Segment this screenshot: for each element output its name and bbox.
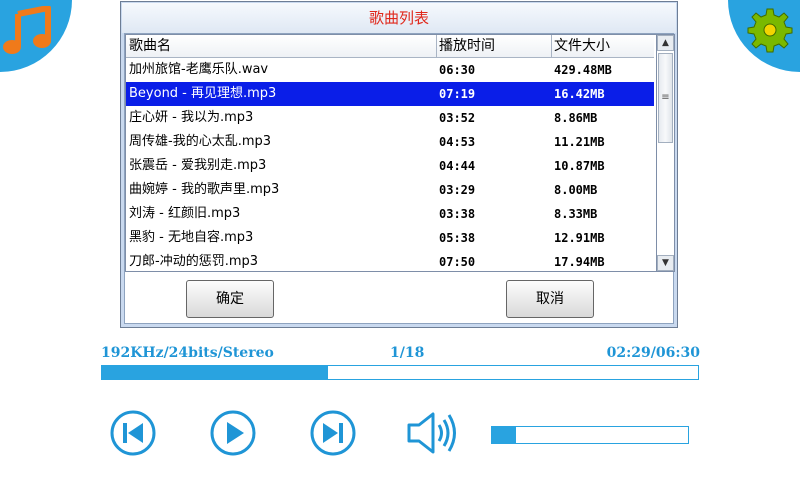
- song-row[interactable]: 周传雄-我的心太乱.mp3 04:53 11.21MB: [126, 130, 654, 154]
- song-name: 张震岳 - 爱我别走.mp3: [129, 158, 267, 173]
- song-name: 庄心妍 - 我以为.mp3: [129, 110, 254, 125]
- scroll-up-button[interactable]: ▲: [657, 35, 674, 51]
- song-file-size: 10.87MB: [554, 159, 605, 173]
- dialog-body: 歌曲名 播放时间 文件大小 加州旅馆-老鹰乐队.wav 06:30 429.48MB…: [124, 33, 675, 324]
- audio-format-label: 192KHz/24bits/Stereo: [101, 345, 274, 361]
- song-row[interactable]: 曲婉婷 - 我的歌声里.mp3 03:29 8.00MB: [126, 178, 654, 202]
- song-file-size: 12.91MB: [554, 231, 605, 245]
- song-file-size: 8.00MB: [554, 183, 598, 197]
- music-library-button[interactable]: [0, 0, 72, 72]
- song-row[interactable]: Beyond - 再见理想.mp3 07:19 16.42MB: [126, 82, 654, 106]
- play-button[interactable]: [209, 409, 257, 461]
- dialog-title: 歌曲列表: [122, 3, 676, 33]
- song-file-size: 16.42MB: [554, 87, 605, 101]
- song-duration: 05:38: [439, 231, 476, 245]
- song-row[interactable]: 刀郎-冲动的惩罚.mp3 07:50 17.94MB: [126, 250, 654, 271]
- song-row[interactable]: 加州旅馆-老鹰乐队.wav 06:30 429.48MB: [126, 58, 654, 82]
- song-name: 曲婉婷 - 我的歌声里.mp3: [129, 182, 280, 197]
- song-file-size: 429.48MB: [554, 63, 612, 77]
- settings-button[interactable]: [728, 0, 800, 72]
- volume-slider-fill: [492, 427, 516, 443]
- list-scrollbar[interactable]: ▲ ≡ ▼: [657, 34, 675, 272]
- song-name: 刀郎-冲动的惩罚.mp3: [129, 254, 259, 269]
- song-duration: 06:30: [439, 63, 476, 77]
- song-file-size: 8.33MB: [554, 207, 598, 221]
- song-row[interactable]: 庄心妍 - 我以为.mp3 03:52 8.86MB: [126, 106, 654, 130]
- song-row[interactable]: 张震岳 - 爱我别走.mp3 04:44 10.87MB: [126, 154, 654, 178]
- volume-button[interactable]: [406, 410, 458, 460]
- scroll-thumb[interactable]: ≡: [658, 53, 673, 143]
- song-row[interactable]: 刘涛 - 红颜旧.mp3 03:38 8.33MB: [126, 202, 654, 226]
- song-duration: 03:29: [439, 183, 476, 197]
- cancel-button[interactable]: 取消: [506, 280, 594, 318]
- volume-slider[interactable]: [491, 426, 689, 444]
- list-header: 歌曲名 播放时间 文件大小: [126, 35, 654, 58]
- play-icon: [210, 410, 256, 456]
- music-note-icon: [3, 6, 51, 54]
- previous-button[interactable]: [109, 409, 157, 461]
- gear-icon: [747, 8, 793, 53]
- song-file-size: 17.94MB: [554, 255, 605, 269]
- skip-next-icon: [310, 410, 356, 456]
- song-duration: 03:52: [439, 111, 476, 125]
- song-duration: 04:44: [439, 159, 476, 173]
- scroll-down-button[interactable]: ▼: [657, 255, 674, 271]
- playback-progress-bar[interactable]: [101, 365, 699, 380]
- ok-button[interactable]: 确定: [186, 280, 274, 318]
- song-file-size: 8.86MB: [554, 111, 598, 125]
- song-file-size: 11.21MB: [554, 135, 605, 149]
- track-counter: 1/18: [390, 345, 425, 361]
- song-row[interactable]: 黑豹 - 无地自容.mp3 05:38 12.91MB: [126, 226, 654, 250]
- speaker-icon: [407, 412, 456, 454]
- time-readout: 02:29/06:30: [606, 345, 700, 361]
- song-list-dialog: 歌曲列表 歌曲名 播放时间 文件大小 加州旅馆-老鹰乐队.wav 06:30 429…: [120, 1, 678, 328]
- skip-previous-icon: [110, 410, 156, 456]
- next-button[interactable]: [309, 409, 357, 461]
- column-divider[interactable]: [551, 35, 552, 57]
- song-name: Beyond - 再见理想.mp3: [129, 86, 277, 101]
- song-name: 加州旅馆-老鹰乐队.wav: [129, 62, 269, 77]
- song-name: 周传雄-我的心太乱.mp3: [129, 134, 272, 149]
- playback-progress-fill: [102, 366, 329, 379]
- column-divider[interactable]: [436, 35, 437, 57]
- song-duration: 07:19: [439, 87, 476, 101]
- song-duration: 04:53: [439, 135, 476, 149]
- song-name: 刘涛 - 红颜旧.mp3: [129, 206, 241, 221]
- column-header-time[interactable]: 播放时间: [439, 35, 495, 57]
- song-duration: 03:38: [439, 207, 476, 221]
- song-name: 黑豹 - 无地自容.mp3: [129, 230, 254, 245]
- song-duration: 07:50: [439, 255, 476, 269]
- column-header-size[interactable]: 文件大小: [554, 35, 610, 57]
- song-list[interactable]: 歌曲名 播放时间 文件大小 加州旅馆-老鹰乐队.wav 06:30 429.48MB…: [125, 34, 657, 272]
- column-header-name[interactable]: 歌曲名: [129, 35, 434, 57]
